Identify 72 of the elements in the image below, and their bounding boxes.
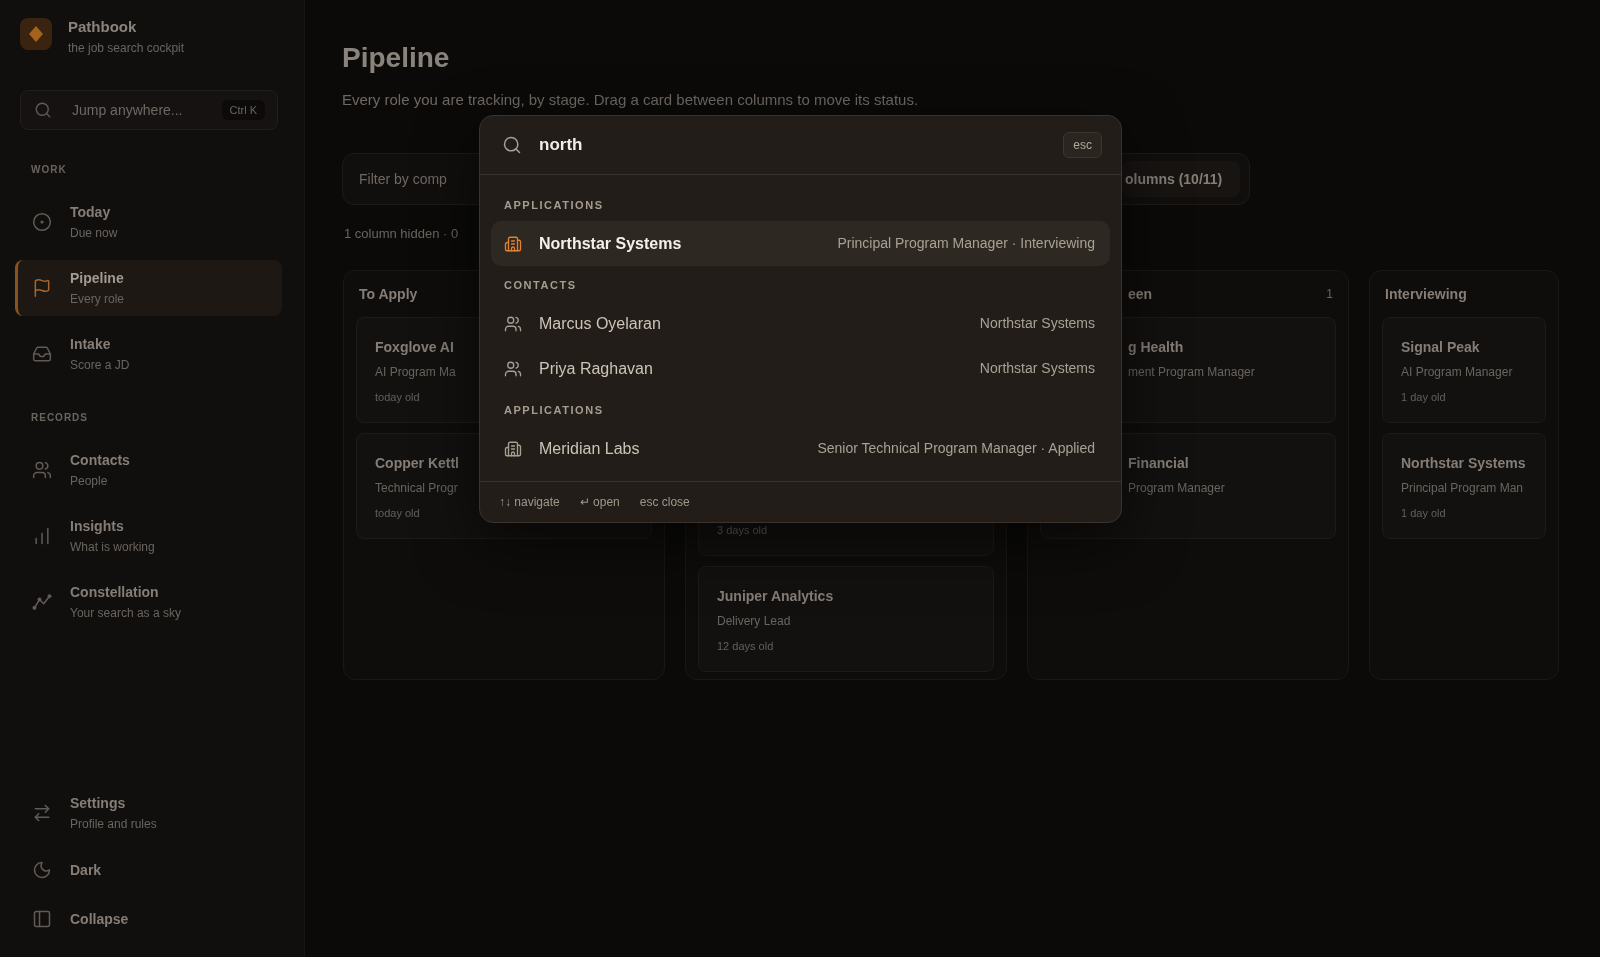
shortcut-hint: esc close: [639, 494, 690, 511]
role-text: ment Program Manager: [1128, 364, 1255, 381]
nav-item[interactable]: Pipeline Every role: [15, 260, 282, 316]
search-icon: [34, 101, 52, 119]
column-title: Interviewing: [1385, 284, 1467, 304]
brand-name: Pathbook: [68, 18, 137, 36]
search-icon: [502, 135, 522, 155]
company-name: Financial: [1128, 454, 1189, 473]
esc-key: esc: [1063, 132, 1102, 158]
nav-item[interactable]: Intake Score a JD: [15, 326, 282, 382]
age-text: 1 day old: [1401, 506, 1446, 521]
nav-item[interactable]: Today Due now: [15, 194, 282, 250]
shortcut-hint: ↑↓ navigate: [499, 494, 560, 511]
section-label: WORK: [31, 163, 67, 177]
inbox-icon: [32, 344, 52, 364]
role-text: AI Program Manager: [1401, 364, 1513, 381]
filter-field[interactable]: Filter by comp: [359, 168, 469, 190]
company-name: Copper Kettl: [375, 454, 459, 473]
card-count: 1: [1326, 286, 1333, 303]
shortcut-hint: ↵ open: [579, 494, 620, 511]
role-text: AI Program Ma: [375, 364, 456, 381]
nav-item[interactable]: Constellation Your search as a sky: [15, 574, 282, 630]
role-text: Technical Progr: [375, 480, 458, 497]
target-icon: [32, 212, 52, 232]
company-name: g Health: [1128, 338, 1184, 357]
role-text: Principal Program Man: [1401, 480, 1524, 497]
search-input[interactable]: Jump anywhere...: [72, 99, 214, 121]
swap-arrows-icon: [32, 803, 52, 823]
section-label: APPLICATIONS: [504, 198, 604, 213]
column-title: To Apply: [359, 284, 418, 304]
section-label: CONTACTS: [504, 278, 577, 293]
search-result[interactable]: Priya Raghavan Northstar Systems: [491, 346, 1110, 391]
people-icon: [32, 460, 52, 480]
people-icon: [504, 359, 522, 378]
nav-item[interactable]: Settings Profile and rules: [15, 785, 282, 841]
search-result[interactable]: Northstar Systems Principal Program Manager · Interviewing: [491, 221, 1110, 266]
nav-item[interactable]: Dark: [15, 850, 282, 890]
role-text: Delivery Lead: [717, 613, 791, 630]
columns-button[interactable]: olumns (10/11): [1122, 161, 1240, 197]
column-title: een: [1128, 284, 1153, 304]
brand-tagline: the job search cockpit: [68, 40, 185, 56]
nav-item[interactable]: Insights What is working: [15, 508, 282, 564]
building-icon: [504, 234, 522, 253]
age-text: 1 day old: [1401, 390, 1446, 405]
nav-item[interactable]: Collapse: [15, 899, 282, 939]
search-result[interactable]: Marcus Oyelaran Northstar Systems: [491, 301, 1110, 346]
age-text: 12 days old: [717, 639, 774, 654]
bar-chart-icon: [32, 526, 52, 546]
nav-item[interactable]: Contacts People: [15, 442, 282, 498]
age-text: today old: [375, 390, 420, 405]
logo-icon: [20, 18, 52, 50]
panel-icon: [32, 909, 52, 929]
page-title: Pipeline: [342, 41, 450, 75]
company-name: Juniper Analytics: [717, 587, 834, 606]
people-icon: [504, 314, 522, 333]
company-name: Signal Peak: [1401, 338, 1480, 357]
page-subtitle: Every role you are tracking, by stage. Drag a card between columns to move its status.: [342, 90, 919, 110]
search-result[interactable]: Meridian Labs Senior Technical Program Manager · Applied: [491, 426, 1110, 471]
age-text: today old: [375, 506, 420, 521]
moon-icon: [32, 860, 52, 880]
section-label: APPLICATIONS: [504, 403, 604, 418]
building-icon: [504, 439, 522, 458]
search-field[interactable]: Jump anywhere... Ctrl K: [20, 90, 278, 130]
company-name: Foxglove AI: [375, 338, 454, 357]
section-label: RECORDS: [31, 411, 88, 425]
company-name: Northstar Systems: [1401, 454, 1526, 473]
search-input[interactable]: north: [539, 132, 1052, 158]
flag-icon: [32, 278, 52, 298]
constellation-icon: [32, 592, 52, 612]
shortcut-key: Ctrl K: [221, 99, 265, 121]
role-text: Program Manager: [1128, 480, 1225, 497]
hidden-columns-note: 1 column hidden · 0: [344, 225, 459, 243]
